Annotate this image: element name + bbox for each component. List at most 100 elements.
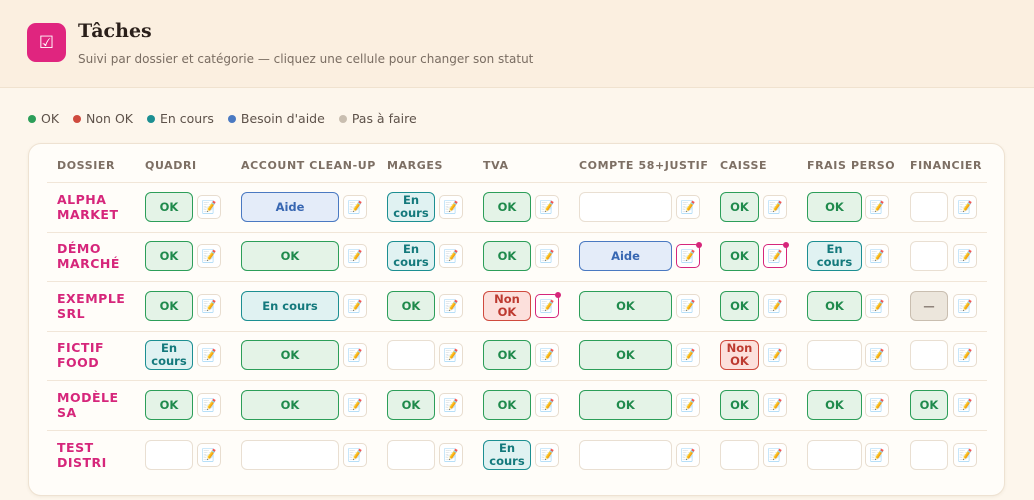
note-button[interactable]: 📝 xyxy=(197,294,221,318)
note-button[interactable]: 📝 xyxy=(343,393,367,417)
status-cell-caisse[interactable]: OK xyxy=(720,291,759,321)
status-cell-marges[interactable]: En cours xyxy=(387,241,435,271)
note-button[interactable]: 📝 xyxy=(197,195,221,219)
dossier-name[interactable]: TEST DISTRI xyxy=(57,440,137,470)
note-button[interactable]: 📝 xyxy=(343,343,367,367)
note-button[interactable]: 📝 xyxy=(676,294,700,318)
note-button[interactable]: 📝 xyxy=(343,244,367,268)
status-cell-marges[interactable]: OK xyxy=(387,291,435,321)
status-cell-tva[interactable]: OK xyxy=(483,340,531,370)
status-cell-quadri[interactable]: OK xyxy=(145,192,193,222)
note-button[interactable]: 📝 xyxy=(865,294,889,318)
status-cell-compte-58-justif[interactable]: OK xyxy=(579,390,672,420)
note-button[interactable]: 📝 xyxy=(343,443,367,467)
note-button[interactable]: 📝 xyxy=(535,443,559,467)
status-cell-frais-perso[interactable] xyxy=(807,340,862,370)
note-button[interactable]: 📝 xyxy=(439,294,463,318)
status-cell-caisse[interactable]: Non OK xyxy=(720,340,759,370)
status-cell-tva[interactable]: Non OK xyxy=(483,291,531,321)
note-button[interactable]: 📝 xyxy=(763,195,787,219)
status-cell-tva[interactable]: En cours xyxy=(483,440,531,470)
note-button[interactable]: 📝 xyxy=(197,393,221,417)
status-cell-frais-perso[interactable]: OK xyxy=(807,192,862,222)
note-button[interactable]: 📝 xyxy=(865,343,889,367)
status-cell-caisse[interactable] xyxy=(720,440,759,470)
status-cell-account-clean-up[interactable]: OK xyxy=(241,241,339,271)
status-cell-financier[interactable]: OK xyxy=(910,390,948,420)
status-cell-frais-perso[interactable]: OK xyxy=(807,390,862,420)
status-cell-financier[interactable]: — xyxy=(910,291,948,321)
note-button[interactable]: 📝 xyxy=(676,343,700,367)
note-button[interactable]: 📝 xyxy=(676,242,702,268)
status-cell-quadri[interactable] xyxy=(145,440,193,470)
note-button[interactable]: 📝 xyxy=(953,443,977,467)
status-cell-account-clean-up[interactable]: Aide xyxy=(241,192,339,222)
status-cell-compte-58-justif[interactable] xyxy=(579,440,672,470)
note-button[interactable]: 📝 xyxy=(953,244,977,268)
note-button[interactable]: 📝 xyxy=(763,393,787,417)
note-button[interactable]: 📝 xyxy=(763,294,787,318)
note-button[interactable]: 📝 xyxy=(439,393,463,417)
note-button[interactable]: 📝 xyxy=(953,343,977,367)
note-button[interactable]: 📝 xyxy=(763,242,789,268)
note-button[interactable]: 📝 xyxy=(439,443,463,467)
status-cell-financier[interactable] xyxy=(910,192,948,222)
note-button[interactable]: 📝 xyxy=(535,292,561,318)
status-cell-compte-58-justif[interactable]: OK xyxy=(579,340,672,370)
status-cell-frais-perso[interactable]: En cours xyxy=(807,241,862,271)
status-cell-frais-perso[interactable]: OK xyxy=(807,291,862,321)
status-cell-account-clean-up[interactable]: OK xyxy=(241,340,339,370)
dossier-name[interactable]: DÉMO MARCHÉ xyxy=(57,241,137,271)
status-cell-compte-58-justif[interactable]: OK xyxy=(579,291,672,321)
status-cell-quadri[interactable]: OK xyxy=(145,390,193,420)
status-cell-account-clean-up[interactable]: OK xyxy=(241,390,339,420)
note-button[interactable]: 📝 xyxy=(865,443,889,467)
dossier-name[interactable]: ALPHA MARKET xyxy=(57,192,137,222)
status-cell-caisse[interactable]: OK xyxy=(720,390,759,420)
note-button[interactable]: 📝 xyxy=(535,195,559,219)
note-button[interactable]: 📝 xyxy=(439,343,463,367)
note-button[interactable]: 📝 xyxy=(535,343,559,367)
status-cell-compte-58-justif[interactable]: Aide xyxy=(579,241,672,271)
note-button[interactable]: 📝 xyxy=(865,393,889,417)
status-cell-financier[interactable] xyxy=(910,241,948,271)
note-button[interactable]: 📝 xyxy=(439,244,463,268)
note-button[interactable]: 📝 xyxy=(953,195,977,219)
note-button[interactable]: 📝 xyxy=(953,393,977,417)
note-button[interactable]: 📝 xyxy=(535,244,559,268)
dossier-name[interactable]: MODÈLE SA xyxy=(57,390,137,420)
status-cell-tva[interactable]: OK xyxy=(483,241,531,271)
note-button[interactable]: 📝 xyxy=(953,294,977,318)
status-cell-caisse[interactable]: OK xyxy=(720,241,759,271)
note-button[interactable]: 📝 xyxy=(676,393,700,417)
status-cell-account-clean-up[interactable]: En cours xyxy=(241,291,339,321)
note-button[interactable]: 📝 xyxy=(865,195,889,219)
note-button[interactable]: 📝 xyxy=(676,195,700,219)
note-button[interactable]: 📝 xyxy=(865,244,889,268)
status-cell-frais-perso[interactable] xyxy=(807,440,862,470)
status-cell-marges[interactable]: OK xyxy=(387,390,435,420)
status-cell-marges[interactable] xyxy=(387,440,435,470)
status-cell-tva[interactable]: OK xyxy=(483,192,531,222)
status-cell-compte-58-justif[interactable] xyxy=(579,192,672,222)
note-button[interactable]: 📝 xyxy=(676,443,700,467)
status-cell-financier[interactable] xyxy=(910,440,948,470)
note-button[interactable]: 📝 xyxy=(439,195,463,219)
note-button[interactable]: 📝 xyxy=(763,443,787,467)
dossier-name[interactable]: FICTIF FOOD xyxy=(57,340,137,370)
note-button[interactable]: 📝 xyxy=(197,343,221,367)
note-button[interactable]: 📝 xyxy=(763,343,787,367)
status-cell-quadri[interactable]: En cours xyxy=(145,340,193,370)
status-cell-tva[interactable]: OK xyxy=(483,390,531,420)
note-button[interactable]: 📝 xyxy=(535,393,559,417)
status-cell-account-clean-up[interactable] xyxy=(241,440,339,470)
note-button[interactable]: 📝 xyxy=(197,443,221,467)
note-button[interactable]: 📝 xyxy=(197,244,221,268)
status-cell-marges[interactable]: En cours xyxy=(387,192,435,222)
note-button[interactable]: 📝 xyxy=(343,195,367,219)
status-cell-marges[interactable] xyxy=(387,340,435,370)
status-cell-quadri[interactable]: OK xyxy=(145,241,193,271)
dossier-name[interactable]: EXEMPLE SRL xyxy=(57,291,137,321)
status-cell-financier[interactable] xyxy=(910,340,948,370)
status-cell-quadri[interactable]: OK xyxy=(145,291,193,321)
